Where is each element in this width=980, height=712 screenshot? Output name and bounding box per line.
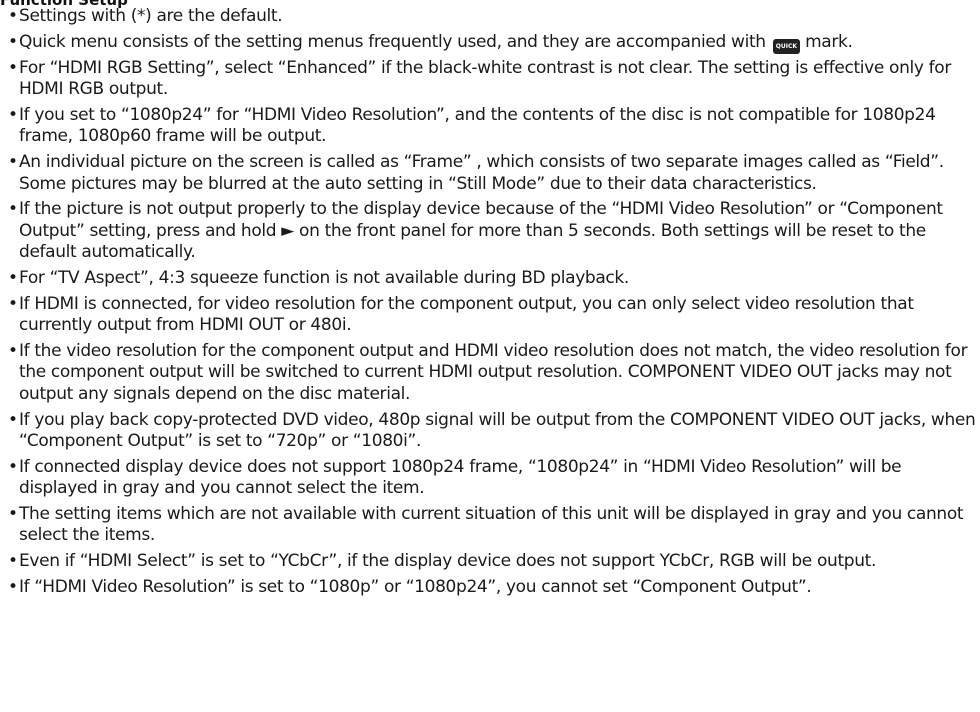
list-item: For “HDMI RGB Setting”, select “Enhanced… [8,58,976,101]
notes-list: Settings with (*) are the default. Quick… [8,6,976,602]
list-item: If connected display device does not sup… [8,457,976,500]
list-item: If you play back copy-protected DVD vide… [8,410,976,453]
note-text-end: mark. [800,31,853,52]
note-text: If connected display device does not sup… [19,456,902,499]
list-item: Settings with (*) are the default. [8,6,976,28]
note-text: If the picture is not output properly to… [19,199,943,263]
list-item: If you set to “1080p24” for “HDMI Video … [8,105,976,148]
list-item: Even if “HDMI Select” is set to “YCbCr”,… [8,551,976,573]
list-item: If HDMI is connected, for video resoluti… [8,294,976,337]
note-text: If you set to “1080p24” for “HDMI Video … [19,104,936,147]
note-text: If “HDMI Video Resolution” is set to “10… [19,576,812,597]
note-text: Even if “HDMI Select” is set to “YCbCr”,… [19,551,876,572]
list-item: The setting items which are not availabl… [8,504,976,547]
list-item: If “HDMI Video Resolution” is set to “10… [8,577,976,599]
list-item: For “TV Aspect”, 4:3 squeeze function is… [8,268,976,290]
note-text: The setting items which are not availabl… [19,503,964,546]
list-item: If the picture is not output properly to… [8,199,976,264]
note-text: If the video resolution for the componen… [19,340,968,404]
quick-menu-icon: QUICK [772,38,801,54]
manual-page: Function Setup Settings with (*) are the… [0,0,980,712]
note-text: For “TV Aspect”, 4:3 squeeze function is… [19,267,629,288]
note-text: Quick menu consists of the setting menus… [19,31,771,52]
list-item: If the video resolution for the componen… [8,341,976,406]
note-text: An individual picture on the screen is c… [19,151,944,194]
note-text: If you play back copy-protected DVD vide… [19,409,976,452]
list-item: Quick menu consists of the setting menus… [8,32,976,54]
note-text: If HDMI is connected, for video resoluti… [19,293,914,336]
note-text: Settings with (*) are the default. [19,6,283,26]
note-text: For “HDMI RGB Setting”, select “Enhanced… [19,57,951,100]
list-item: An individual picture on the screen is c… [8,152,976,195]
